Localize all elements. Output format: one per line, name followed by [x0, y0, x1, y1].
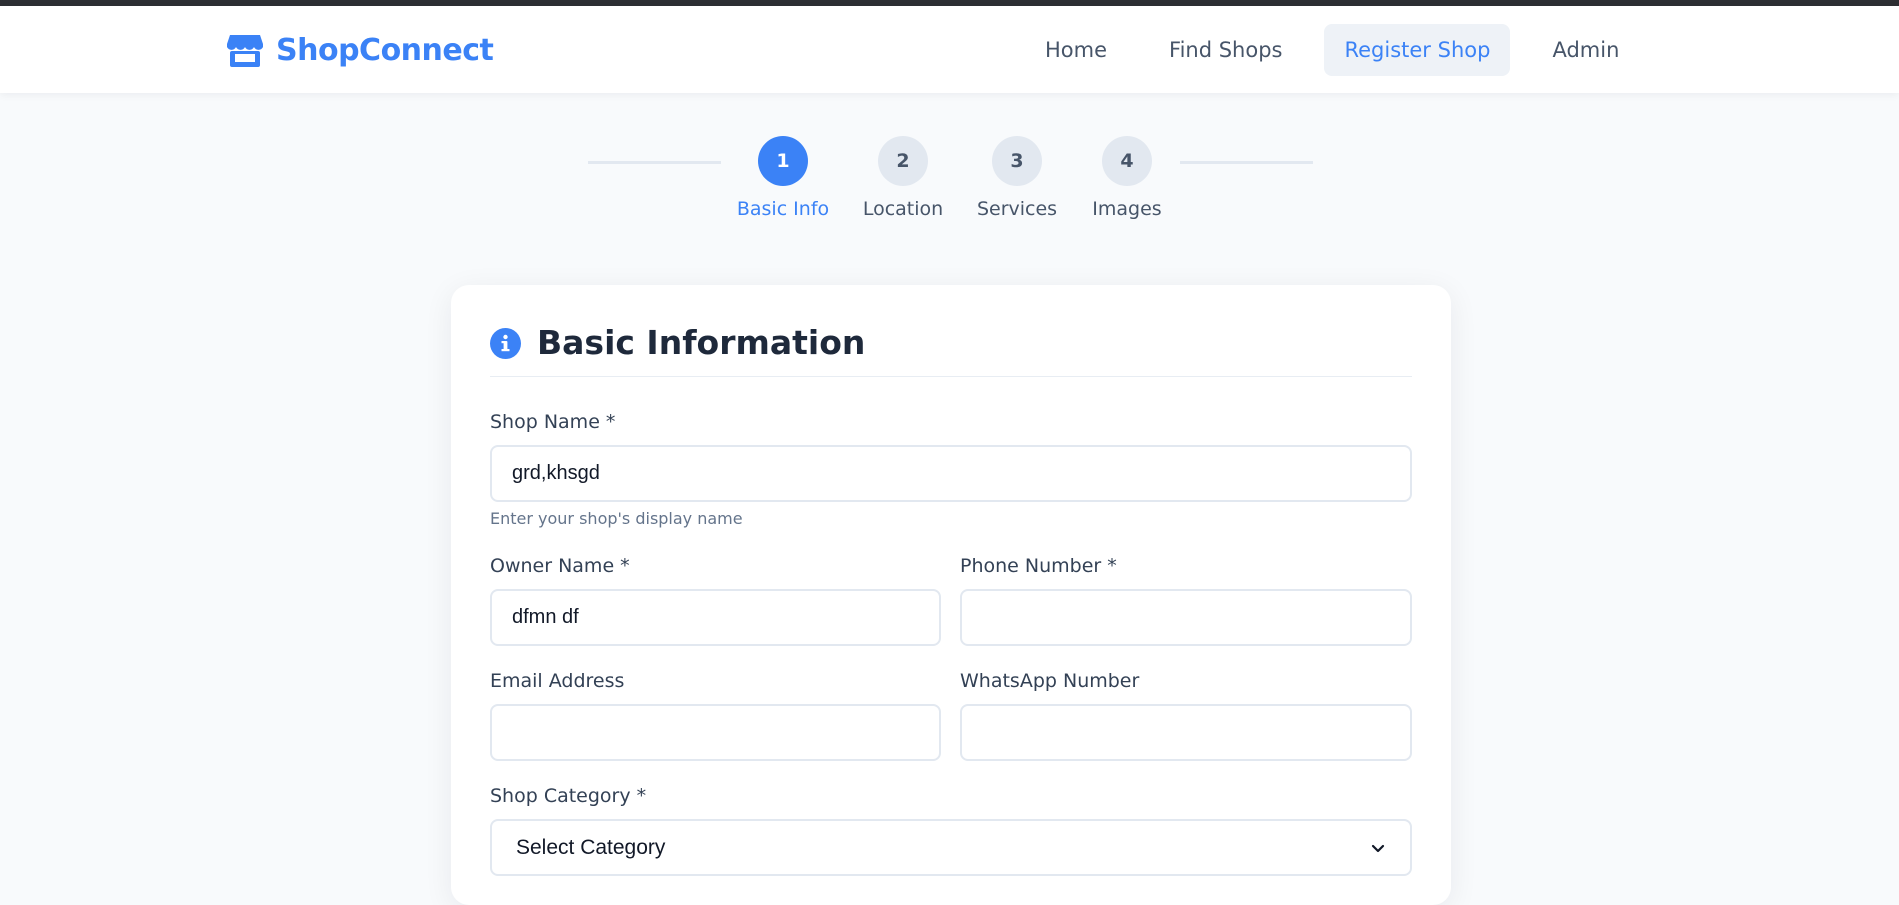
whatsapp-number-input[interactable]	[960, 704, 1412, 761]
registration-stepper: 1 Basic Info 2 Location 3 Services 4 Ima…	[0, 136, 1899, 226]
shop-name-input[interactable]	[490, 445, 1412, 502]
step-number: 4	[1102, 136, 1152, 186]
owner-name-label: Owner Name *	[490, 555, 630, 577]
shop-name-label: Shop Name *	[490, 411, 616, 433]
whatsapp-number-label: WhatsApp Number	[960, 670, 1140, 692]
nav-link-register-shop[interactable]: Register Shop	[1324, 24, 1511, 76]
step-label: Location	[862, 198, 944, 220]
stepper-line-left	[588, 161, 721, 164]
nav-link-find-shops[interactable]: Find Shops	[1149, 24, 1302, 76]
step-location[interactable]: 2 Location	[848, 136, 958, 220]
nav-link-admin[interactable]: Admin	[1532, 24, 1639, 76]
phone-number-input[interactable]	[960, 589, 1412, 646]
basic-info-card: Basic Information Shop Name * Enter your…	[451, 285, 1451, 905]
step-number: 1	[758, 136, 808, 186]
email-address-label: Email Address	[490, 670, 625, 692]
step-label: Images	[1092, 198, 1162, 220]
step-label: Services	[976, 198, 1058, 220]
owner-name-input[interactable]	[490, 589, 941, 646]
card-header: Basic Information	[490, 321, 1412, 377]
shop-category-select[interactable]: Select Category	[490, 819, 1412, 876]
chevron-down-icon	[1371, 844, 1385, 852]
nav-links: Home Find Shops Register Shop Admin	[1025, 24, 1661, 76]
step-number: 2	[878, 136, 928, 186]
step-images[interactable]: 4 Images	[1072, 136, 1182, 220]
email-address-input[interactable]	[490, 704, 941, 761]
shop-name-hint: Enter your shop's display name	[490, 509, 743, 528]
card-title: Basic Information	[537, 323, 866, 362]
brand-name: ShopConnect	[276, 32, 494, 68]
step-services[interactable]: 3 Services	[962, 136, 1072, 220]
shop-category-label: Shop Category *	[490, 785, 647, 807]
phone-number-label: Phone Number *	[960, 555, 1117, 577]
step-basic-info[interactable]: 1 Basic Info	[728, 136, 838, 220]
store-icon	[227, 35, 263, 67]
step-label: Basic Info	[736, 198, 830, 220]
stepper-line-right	[1180, 161, 1313, 164]
navbar: ShopConnect Home Find Shops Register Sho…	[0, 6, 1899, 93]
shop-category-selected: Select Category	[516, 835, 666, 859]
nav-link-home[interactable]: Home	[1025, 24, 1127, 76]
step-number: 3	[992, 136, 1042, 186]
brand-logo-link[interactable]: ShopConnect	[226, 30, 494, 70]
info-icon	[490, 328, 521, 359]
